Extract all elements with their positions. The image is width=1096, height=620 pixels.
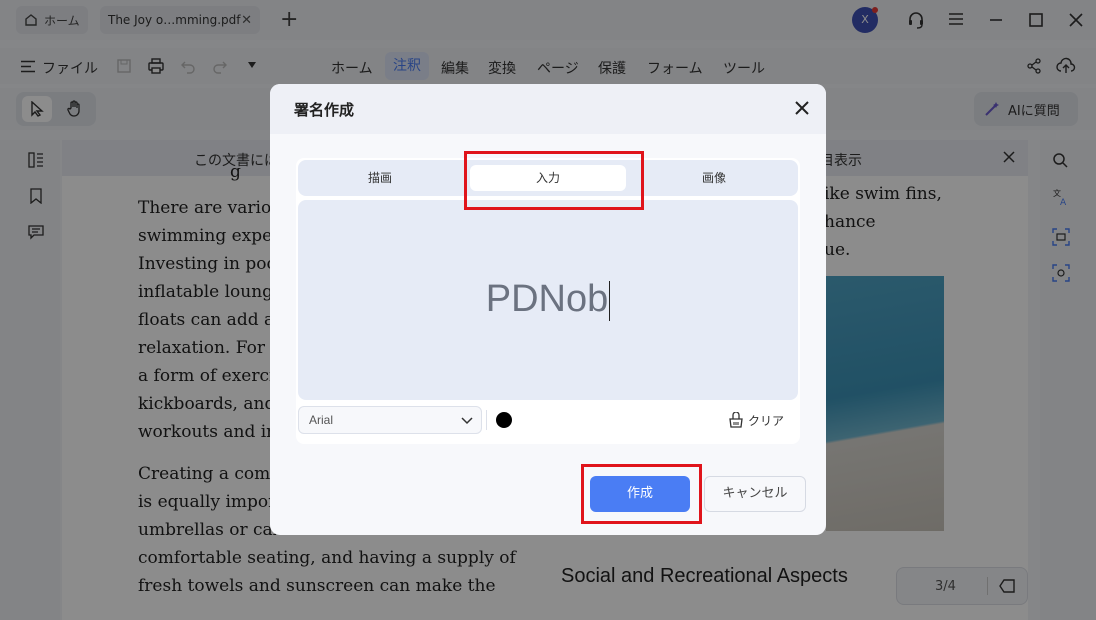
font-select-value: Arial: [309, 413, 334, 427]
dialog-close-icon[interactable]: [790, 96, 814, 120]
tab-image[interactable]: 画像: [636, 165, 792, 191]
dialog-title: 署名作成: [294, 101, 355, 119]
signature-text: PDNob: [485, 278, 609, 320]
eraser-icon: [728, 412, 744, 428]
signature-text-wrapper: PDNob: [298, 278, 798, 321]
chevron-down-icon: [461, 414, 473, 426]
clear-button[interactable]: クリア: [728, 410, 784, 430]
signature-input-area[interactable]: PDNob: [298, 200, 798, 400]
cancel-button[interactable]: キャンセル: [704, 476, 806, 512]
color-picker[interactable]: [496, 412, 512, 428]
highlight-box-create-button: [581, 464, 702, 524]
highlight-box-type-tab: [464, 151, 644, 210]
text-caret: [609, 280, 611, 321]
font-select[interactable]: Arial: [298, 406, 482, 434]
tab-draw[interactable]: 描画: [302, 165, 458, 191]
divider: [486, 410, 487, 430]
clear-label: クリア: [748, 413, 785, 428]
dialog-header: 署名作成: [270, 84, 826, 134]
